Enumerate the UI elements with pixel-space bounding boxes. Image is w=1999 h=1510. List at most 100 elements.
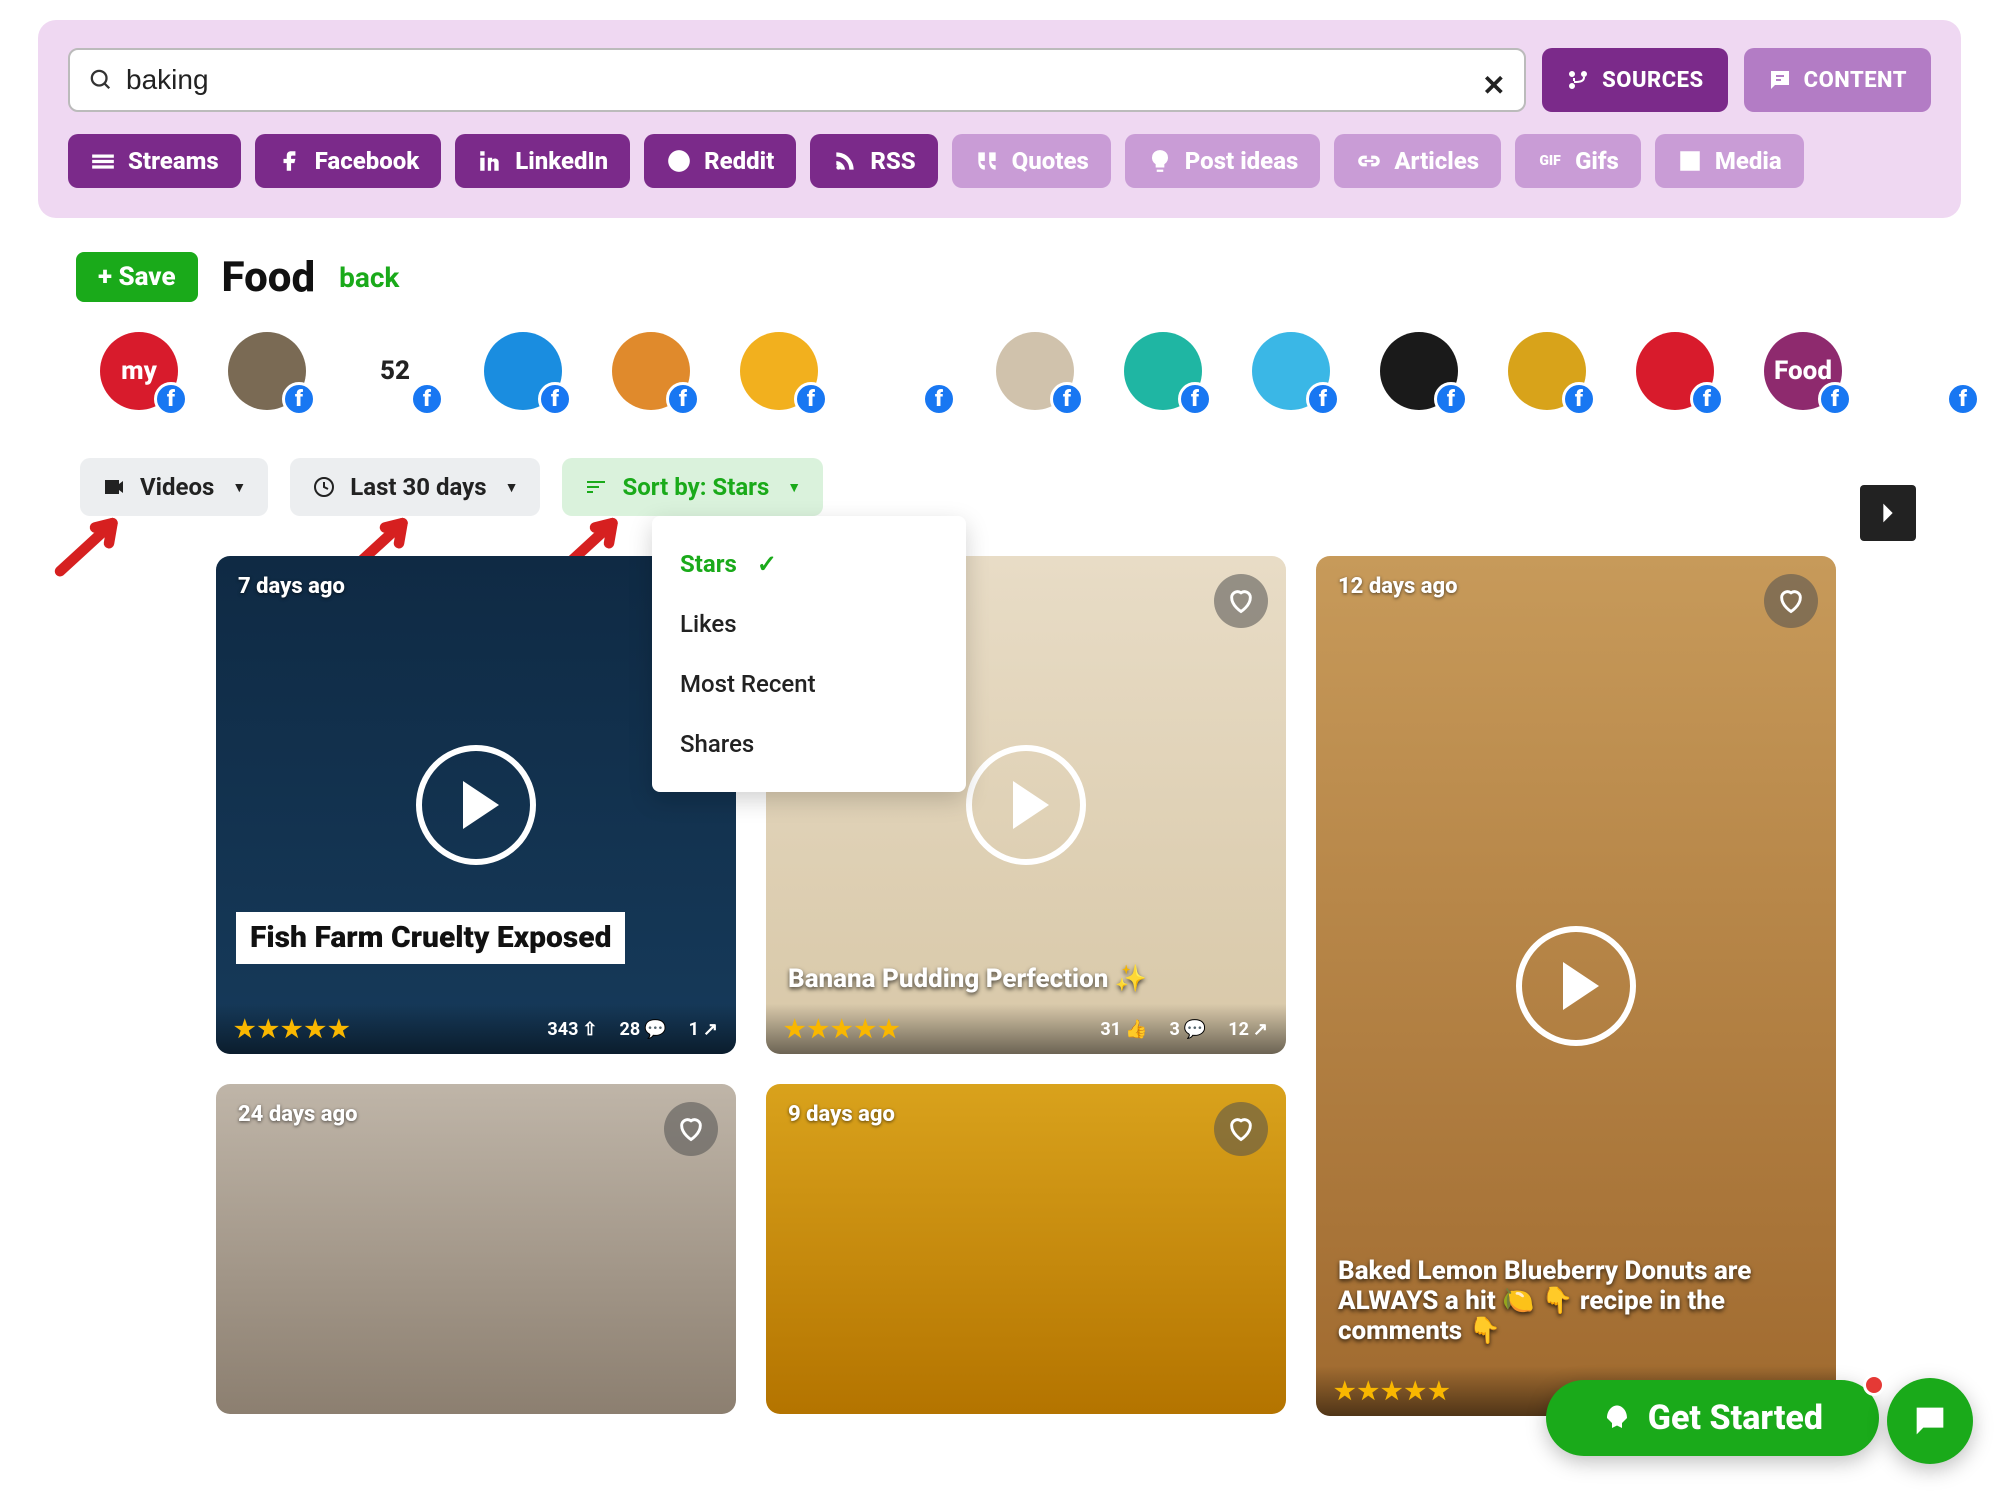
- chip-media[interactable]: Media: [1655, 134, 1804, 188]
- heart-icon: [1777, 587, 1805, 615]
- play-button[interactable]: [1516, 926, 1636, 1046]
- chip-streams[interactable]: Streams: [68, 134, 241, 188]
- caret-down-icon: ▼: [787, 479, 801, 496]
- facebook-badge-icon: f: [1946, 382, 1980, 416]
- chip-label: RSS: [870, 147, 915, 175]
- video-card[interactable]: 9 days ago: [766, 1084, 1286, 1414]
- content-icon: [1768, 68, 1792, 92]
- back-link[interactable]: back: [339, 261, 399, 294]
- caret-down-icon: ▼: [505, 479, 519, 496]
- filter-sort[interactable]: Sort by: Stars ▼: [562, 458, 823, 516]
- chip-quotes[interactable]: Quotes: [952, 134, 1111, 188]
- chip-label: Streams: [128, 147, 219, 175]
- caret-down-icon: ▼: [232, 479, 246, 496]
- source-avatar[interactable]: f: [228, 332, 306, 410]
- sort-option[interactable]: Most Recent: [652, 654, 966, 714]
- video-card[interactable]: 24 days ago: [216, 1084, 736, 1414]
- rocket-icon: [1602, 1403, 1632, 1433]
- cards-area: 7 days ago Fish Farm Cruelty Exposed ★★★…: [216, 556, 1999, 1416]
- facebook-badge-icon: f: [1690, 382, 1724, 416]
- content-button[interactable]: CONTENT: [1744, 48, 1931, 112]
- video-card[interactable]: 12 days ago Baked Lemon Blueberry Donuts…: [1316, 556, 1836, 1416]
- facebook-badge-icon: f: [1818, 382, 1852, 416]
- search-row: ✕ SOURCES CONTENT: [68, 48, 1931, 112]
- link-icon: [1356, 148, 1382, 174]
- clear-icon[interactable]: ✕: [1482, 69, 1504, 91]
- filter-range[interactable]: Last 30 days ▼: [290, 458, 540, 516]
- card-age: 9 days ago: [788, 1102, 895, 1127]
- notification-dot: [1863, 1374, 1885, 1396]
- sources-button[interactable]: SOURCES: [1542, 48, 1728, 112]
- sources-avatars: myff52fffffffffffFoodfffff: [100, 332, 1999, 410]
- source-avatar[interactable]: f: [740, 332, 818, 410]
- play-button[interactable]: [966, 745, 1086, 865]
- sort-icon: [584, 475, 608, 499]
- source-avatar[interactable]: f: [612, 332, 690, 410]
- chip-rss[interactable]: RSS: [810, 134, 937, 188]
- gif-icon: GIF: [1537, 148, 1563, 174]
- get-started-button[interactable]: Get Started: [1546, 1380, 1879, 1456]
- quotes-icon: [974, 148, 1000, 174]
- facebook-badge-icon: f: [1434, 382, 1468, 416]
- bulb-icon: [1147, 148, 1173, 174]
- chip-facebook[interactable]: Facebook: [255, 134, 442, 188]
- facebook-badge-icon: f: [1306, 382, 1340, 416]
- video-icon: [102, 475, 126, 499]
- chip-label: Gifs: [1575, 147, 1619, 175]
- card-title: Fish Farm Cruelty Exposed: [236, 912, 625, 964]
- rss-icon: [832, 148, 858, 174]
- save-button[interactable]: + Save: [76, 252, 198, 302]
- header-row: + Save Food back: [76, 252, 1999, 302]
- search-input[interactable]: [126, 64, 1468, 96]
- card-title: Baked Lemon Blueberry Donuts are ALWAYS …: [1338, 1256, 1814, 1346]
- facebook-badge-icon: f: [794, 382, 828, 416]
- chat-button[interactable]: [1887, 1378, 1973, 1464]
- chip-articles[interactable]: Articles: [1334, 134, 1501, 188]
- chip-label: Quotes: [1012, 147, 1089, 175]
- source-avatar[interactable]: f: [1380, 332, 1458, 410]
- chip-gifs[interactable]: GIF Gifs: [1515, 134, 1641, 188]
- card-age: 12 days ago: [1338, 574, 1458, 599]
- filter-type[interactable]: Videos ▼: [80, 458, 268, 516]
- sort-option[interactable]: Likes: [652, 594, 966, 654]
- source-avatar[interactable]: f: [1252, 332, 1330, 410]
- source-avatar[interactable]: f: [1124, 332, 1202, 410]
- source-avatar[interactable]: f: [1636, 332, 1714, 410]
- facebook-icon: [277, 148, 303, 174]
- heart-icon: [677, 1115, 705, 1143]
- facebook-badge-icon: f: [1050, 382, 1084, 416]
- source-avatar[interactable]: f: [868, 332, 946, 410]
- source-avatar[interactable]: f: [1892, 332, 1970, 410]
- annotation-arrow: [50, 510, 140, 580]
- search-box[interactable]: ✕: [68, 48, 1526, 112]
- sort-option[interactable]: Shares: [652, 714, 966, 774]
- source-avatar[interactable]: Foodf: [1764, 332, 1842, 410]
- content-label: CONTENT: [1804, 68, 1907, 93]
- favorite-button[interactable]: [664, 1102, 718, 1156]
- source-avatar[interactable]: f: [1508, 332, 1586, 410]
- source-avatar[interactable]: myf: [100, 332, 178, 410]
- card-age: 24 days ago: [238, 1102, 358, 1127]
- chip-label: Media: [1715, 147, 1782, 175]
- chip-postideas[interactable]: Post ideas: [1125, 134, 1321, 188]
- heart-icon: [1227, 1115, 1255, 1143]
- play-button[interactable]: [416, 745, 536, 865]
- source-avatar[interactable]: f: [484, 332, 562, 410]
- source-avatar[interactable]: 52f: [356, 332, 434, 410]
- heart-icon: [1227, 587, 1255, 615]
- streams-icon: [90, 148, 116, 174]
- facebook-badge-icon: f: [1178, 382, 1212, 416]
- favorite-button[interactable]: [1764, 574, 1818, 628]
- favorite-button[interactable]: [1214, 574, 1268, 628]
- source-avatar[interactable]: f: [996, 332, 1074, 410]
- card-age: 7 days ago: [238, 574, 345, 599]
- favorite-button[interactable]: [1214, 1102, 1268, 1156]
- stat-comments: 3 💬: [1170, 1019, 1207, 1040]
- chip-linkedin[interactable]: LinkedIn: [455, 134, 630, 188]
- chip-reddit[interactable]: Reddit: [644, 134, 796, 188]
- chip-label: Post ideas: [1185, 147, 1299, 175]
- search-panel: ✕ SOURCES CONTENT Streams Facebook Linke…: [38, 20, 1961, 218]
- sort-option[interactable]: Stars: [652, 534, 966, 594]
- filters-row: Videos ▼ Last 30 days ▼ Sort by: Stars ▼…: [80, 458, 1999, 516]
- facebook-badge-icon: f: [1562, 382, 1596, 416]
